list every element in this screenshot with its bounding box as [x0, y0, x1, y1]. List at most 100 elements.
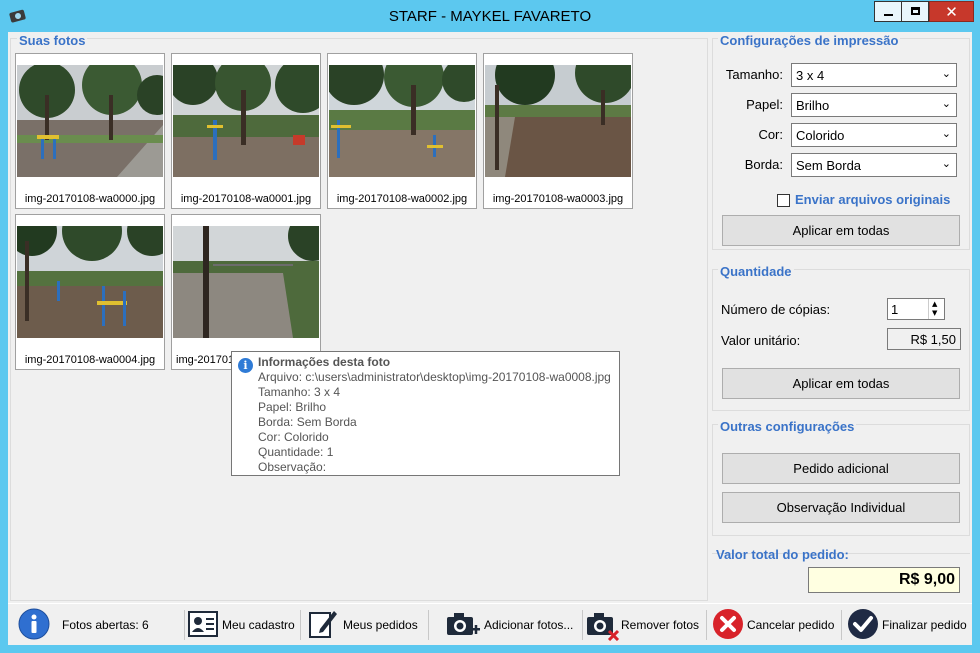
photos-open-status: Fotos abertas: 6 — [16, 607, 186, 643]
paper-label: Papel: — [746, 97, 783, 112]
size-value: 3 x 4 — [796, 68, 825, 83]
additional-order-button[interactable]: Pedido adicional — [722, 453, 960, 484]
chevron-down-icon: ⌄ — [941, 127, 951, 140]
photo-image — [485, 65, 631, 177]
photo-filename: img-20170108-wa0000.jpg — [24, 193, 156, 205]
print-settings-panel: Configurações de impressão Tamanho: 3 x … — [712, 33, 970, 250]
photo-image — [173, 226, 319, 338]
tooltip-note-line: Observação: — [258, 460, 327, 474]
photo-filename: img-20170108-wa0001.jpg — [180, 193, 312, 205]
unit-value-field: R$ 1,50 — [887, 328, 961, 350]
add-photos-button[interactable]: Adicionar fotos... — [444, 607, 580, 643]
border-select[interactable]: Sem Borda ⌄ — [791, 153, 957, 177]
quantity-panel: Quantidade Número de cópias: 1 ▲ ▼ Valor… — [712, 264, 970, 411]
photo-image — [17, 65, 163, 177]
cancel-order-button[interactable]: Cancelar pedido — [710, 607, 838, 643]
photos-panel-title: Suas fotos — [17, 33, 88, 48]
tooltip-border-line: Borda: Sem Borda — [258, 415, 357, 429]
cancel-icon — [713, 609, 743, 639]
client-area: Suas fotos img-20170108-wa0000.jpg img-2… — [8, 32, 972, 645]
maximize-button[interactable] — [901, 1, 929, 22]
edit-document-icon — [309, 611, 337, 638]
copies-value: 1 — [891, 302, 899, 317]
toolbar-separator — [706, 610, 707, 640]
photo-image — [329, 65, 475, 177]
tooltip-quantity-line: Quantidade: 1 — [258, 445, 334, 459]
app-window: STARF - MAYKEL FAVARETO ✕ Suas fotos img… — [0, 0, 980, 653]
title-bar[interactable]: STARF - MAYKEL FAVARETO ✕ — [0, 0, 980, 32]
paper-value: Brilho — [796, 98, 830, 113]
photo-filename: img-20170108-wa0004.jpg — [24, 354, 156, 366]
id-card-icon — [188, 611, 218, 637]
photo-filename: img-20170108-wa0003.jpg — [492, 193, 624, 205]
photo-thumbnail[interactable]: img-20170108-wa0003.jpg — [483, 53, 633, 209]
toolbar-separator — [184, 610, 185, 640]
quantity-title: Quantidade — [718, 264, 794, 279]
my-orders-label: Meus pedidos — [343, 618, 418, 632]
photo-thumbnail[interactable]: img-20170108-wa0001.jpg — [171, 53, 321, 209]
my-account-button[interactable]: Meu cadastro — [186, 607, 298, 643]
photo-image — [17, 226, 163, 338]
other-settings-title: Outras configurações — [718, 419, 857, 434]
info-icon — [18, 608, 50, 640]
photo-thumbnail[interactable]: img-20170108-wa0002.jpg — [327, 53, 477, 209]
bottom-toolbar: Fotos abertas: 6 Meu cadastro Meus pedid… — [8, 603, 972, 645]
photo-thumbnail[interactable]: img-2017010 — [171, 214, 321, 370]
other-settings-panel: Outras configurações Pedido adicional Ob… — [712, 419, 970, 536]
maximize-icon — [911, 7, 920, 15]
my-orders-button[interactable]: Meus pedidos — [306, 607, 426, 643]
photo-info-tooltip: i Informações desta foto Arquivo: c:\use… — [231, 351, 620, 476]
color-select[interactable]: Colorido ⌄ — [791, 123, 957, 147]
tooltip-paper-line: Papel: Brilho — [258, 400, 327, 414]
close-button[interactable]: ✕ — [929, 1, 974, 22]
copies-label: Número de cópias: — [721, 302, 831, 317]
apply-all-quantity-button[interactable]: Aplicar em todas — [722, 368, 960, 399]
my-account-label: Meu cadastro — [222, 618, 295, 632]
remove-camera-icon — [587, 613, 620, 641]
remove-photos-label: Remover fotos — [621, 618, 700, 632]
tooltip-file-line: Arquivo: c:\users\administrator\desktop\… — [258, 370, 611, 384]
total-value: R$ 9,00 — [808, 567, 960, 593]
border-label: Borda: — [744, 157, 783, 172]
chevron-down-icon: ⌄ — [941, 157, 951, 170]
toolbar-separator — [300, 610, 301, 640]
apply-all-print-button[interactable]: Aplicar em todas — [722, 215, 960, 246]
add-camera-icon — [447, 613, 480, 635]
photo-image — [173, 65, 319, 177]
checkmark-icon — [848, 609, 878, 639]
paper-select[interactable]: Brilho ⌄ — [791, 93, 957, 117]
tooltip-size-line: Tamanho: 3 x 4 — [258, 385, 341, 399]
chevron-up-icon[interactable]: ▲ — [932, 300, 937, 308]
info-icon: i — [238, 358, 253, 373]
toolbar-separator — [582, 610, 583, 640]
close-icon: ✕ — [945, 3, 958, 21]
minimize-button[interactable] — [874, 1, 902, 22]
toolbar-separator — [841, 610, 842, 640]
chevron-down-icon[interactable]: ▼ — [932, 309, 937, 317]
minimize-icon — [884, 14, 893, 16]
chevron-down-icon: ⌄ — [941, 67, 951, 80]
copies-spin[interactable]: ▲ ▼ — [928, 299, 944, 319]
total-title: Valor total do pedido: — [716, 547, 849, 562]
size-select[interactable]: 3 x 4 ⌄ — [791, 63, 957, 87]
individual-note-button[interactable]: Observação Individual — [722, 492, 960, 523]
finish-order-button[interactable]: Finalizar pedido — [845, 607, 970, 643]
window-title: STARF - MAYKEL FAVARETO — [388, 8, 592, 25]
remove-photos-button[interactable]: Remover fotos — [584, 607, 704, 643]
photos-panel: Suas fotos img-20170108-wa0000.jpg img-2… — [10, 33, 708, 601]
size-label: Tamanho: — [725, 67, 783, 82]
copies-stepper[interactable]: 1 ▲ ▼ — [887, 298, 945, 320]
photo-thumbnail[interactable]: img-20170108-wa0004.jpg — [15, 214, 165, 370]
photo-thumbnail[interactable]: img-20170108-wa0000.jpg — [15, 53, 165, 209]
finish-order-label: Finalizar pedido — [882, 618, 967, 632]
tooltip-color-line: Cor: Colorido — [258, 430, 329, 444]
send-originals-label[interactable]: Enviar arquivos originais — [795, 192, 950, 207]
add-photos-label: Adicionar fotos... — [484, 618, 574, 632]
print-settings-title: Configurações de impressão — [718, 33, 901, 48]
unit-value-label: Valor unitário: — [721, 333, 801, 348]
chevron-down-icon: ⌄ — [941, 97, 951, 110]
border-value: Sem Borda — [796, 158, 862, 173]
cancel-order-label: Cancelar pedido — [747, 618, 835, 632]
tooltip-title: Informações desta foto — [258, 355, 391, 369]
send-originals-checkbox[interactable] — [777, 194, 790, 207]
